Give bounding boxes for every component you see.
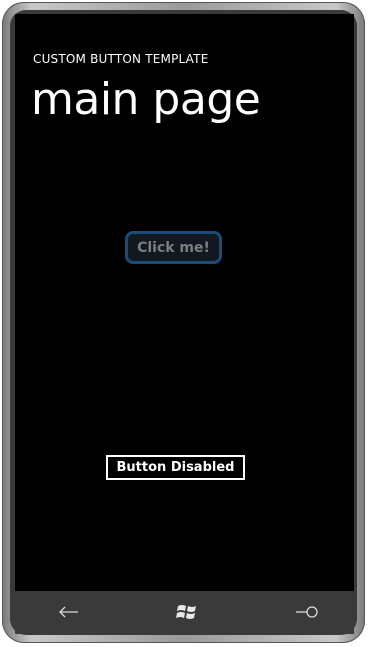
click-me-button-label: Click me! (137, 239, 210, 256)
search-button[interactable] (287, 599, 327, 625)
page-title: main page (31, 74, 261, 125)
phone-screen: CUSTOM BUTTON TEMPLATE main page (15, 14, 354, 591)
windows-logo-icon (176, 605, 196, 619)
start-button[interactable] (167, 599, 207, 625)
search-icon (296, 606, 318, 618)
button-disabled-toggle[interactable]: Button Disabled (106, 455, 245, 480)
hardware-navbar (15, 591, 354, 634)
button-disabled-label: Button Disabled (116, 460, 235, 475)
back-arrow-icon (59, 606, 78, 618)
back-button[interactable] (49, 599, 89, 625)
app-title: CUSTOM BUTTON TEMPLATE (33, 52, 209, 66)
click-me-button[interactable]: Click me! (125, 231, 222, 264)
